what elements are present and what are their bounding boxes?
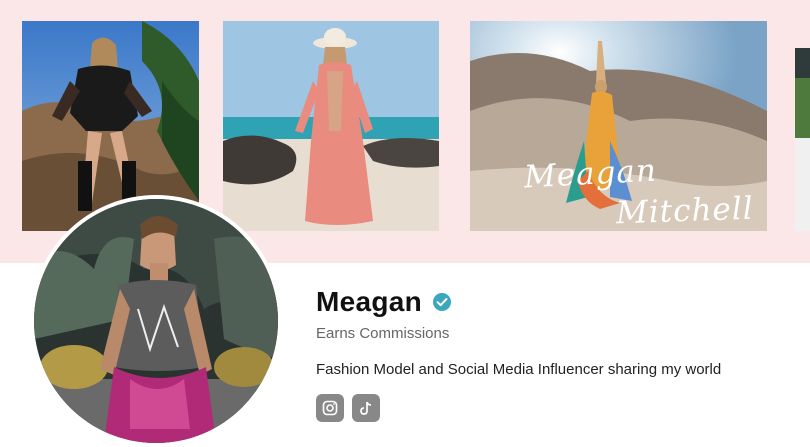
photo-4-image	[795, 48, 810, 231]
avatar-image	[34, 199, 278, 443]
signature-line-1: Meagan	[523, 152, 658, 196]
instagram-link[interactable]	[316, 394, 344, 422]
social-links	[316, 394, 380, 422]
instagram-icon	[322, 400, 338, 416]
profile-name: Meagan	[316, 286, 423, 317]
profile-bio: Fashion Model and Social Media Influence…	[316, 361, 722, 378]
tiktok-link[interactable]	[352, 394, 380, 422]
photo-2-image	[223, 21, 439, 231]
banner-photo-3[interactable]: Meagan Mitchell	[470, 21, 767, 231]
signature-line-2: Mitchell	[615, 190, 755, 231]
tiktok-icon	[360, 401, 372, 415]
verified-badge-icon	[432, 292, 452, 312]
commission-label: Earns Commissions	[316, 325, 450, 342]
banner-photo-4[interactable]	[795, 48, 810, 231]
profile-avatar[interactable]	[30, 195, 282, 447]
banner-photo-2[interactable]	[223, 21, 439, 231]
profile-name-row: Meagan	[316, 286, 452, 318]
